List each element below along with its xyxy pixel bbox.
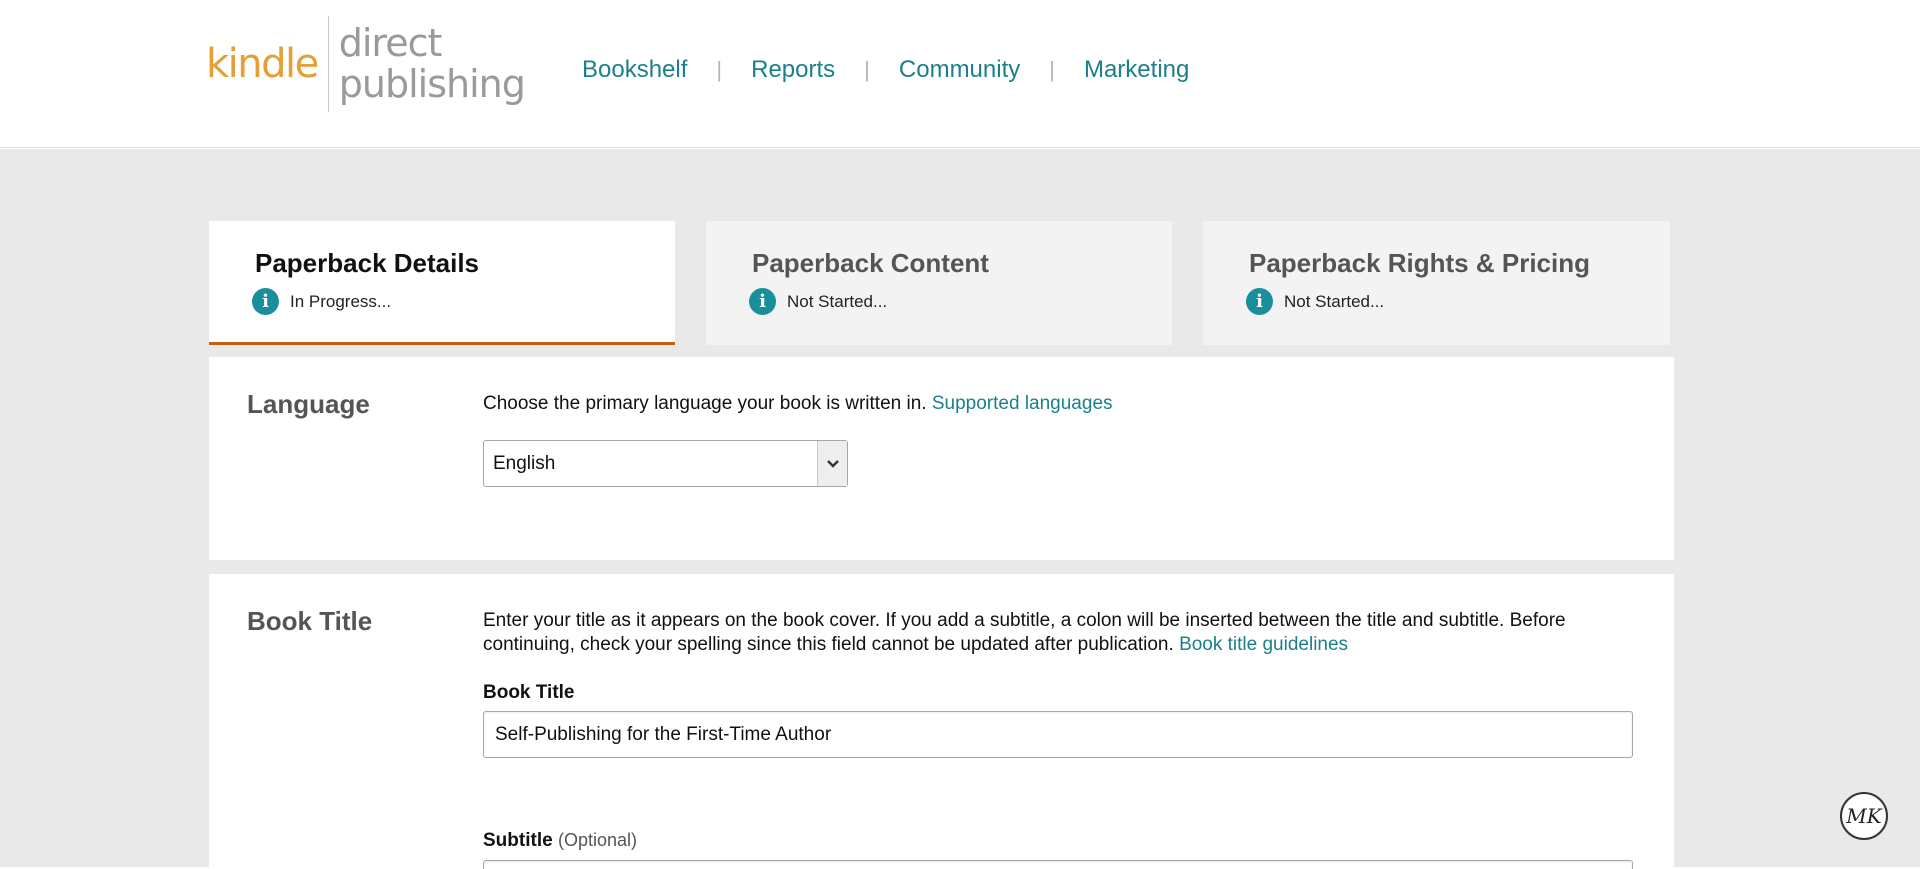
nav-community[interactable]: Community <box>899 56 1020 84</box>
info-icon[interactable]: i <box>252 288 279 315</box>
tab-status-text: Not Started... <box>1284 291 1385 311</box>
book-title-description: Enter your title as it appears on the bo… <box>483 609 1643 657</box>
logo-product-text: direct publishing <box>338 21 526 106</box>
info-icon[interactable]: i <box>749 288 776 315</box>
subtitle-input[interactable] <box>483 860 1633 869</box>
kdp-logo[interactable]: kindle direct publishing <box>206 16 526 112</box>
subtitle-label: Subtitle (Optional) <box>483 830 637 852</box>
nav-separator: | <box>864 57 870 82</box>
book-title-label: Book Title <box>483 682 575 703</box>
main-nav: Bookshelf | Reports | Community | Market… <box>582 56 1189 84</box>
logo-divider <box>327 16 329 112</box>
book-title-description-text: Enter your title as it appears on the bo… <box>483 610 1566 655</box>
book-title-input-value: Self-Publishing for the First-Time Autho… <box>495 723 832 745</box>
book-title-input[interactable]: Self-Publishing for the First-Time Autho… <box>483 711 1633 758</box>
subtitle-label-text: Subtitle <box>483 830 553 851</box>
supported-languages-link[interactable]: Supported languages <box>932 393 1113 414</box>
language-description-text: Choose the primary language your book is… <box>483 393 927 414</box>
tab-title: Paperback Content <box>752 248 989 278</box>
tab-title: Paperback Rights & Pricing <box>1249 248 1590 278</box>
info-icon[interactable]: i <box>1246 288 1273 315</box>
logo-product-line2: publishing <box>338 62 526 106</box>
nav-reports[interactable]: Reports <box>751 56 835 84</box>
language-heading: Language <box>247 389 370 419</box>
nav-marketing[interactable]: Marketing <box>1084 56 1189 84</box>
tab-title: Paperback Details <box>255 248 480 278</box>
language-select[interactable]: English <box>483 440 848 487</box>
top-header: kindle direct publishing Bookshelf | Rep… <box>0 0 1920 148</box>
subtitle-optional-text: (Optional) <box>557 830 637 850</box>
tab-status: i Not Started... <box>749 288 1172 315</box>
tab-status-text: Not Started... <box>787 291 888 311</box>
tab-status: i Not Started... <box>1246 288 1670 315</box>
tab-status: i In Progress... <box>252 288 675 315</box>
book-title-section: Book Title Enter your title as it appear… <box>209 574 1674 869</box>
book-title-heading: Book Title <box>247 606 373 636</box>
chevron-down-icon[interactable] <box>817 441 847 486</box>
tab-paperback-rights-pricing[interactable]: Paperback Rights & Pricing i Not Started… <box>1203 221 1670 345</box>
book-title-guidelines-link[interactable]: Book title guidelines <box>1179 634 1348 655</box>
language-section: Language Choose the primary language you… <box>209 357 1674 560</box>
tab-paperback-details[interactable]: Paperback Details i In Progress... <box>209 221 675 345</box>
creator-watermark-badge: MK <box>1840 792 1888 840</box>
tab-paperback-content[interactable]: Paperback Content i Not Started... <box>706 221 1172 345</box>
nav-separator: | <box>1049 57 1055 82</box>
logo-product-line1: direct <box>338 21 443 65</box>
tab-status-text: In Progress... <box>290 291 392 311</box>
language-description: Choose the primary language your book is… <box>483 393 1113 415</box>
logo-kindle-text: kindle <box>206 41 319 87</box>
nav-separator: | <box>716 57 723 82</box>
language-select-value: English <box>493 452 556 474</box>
nav-bookshelf[interactable]: Bookshelf <box>582 56 687 84</box>
